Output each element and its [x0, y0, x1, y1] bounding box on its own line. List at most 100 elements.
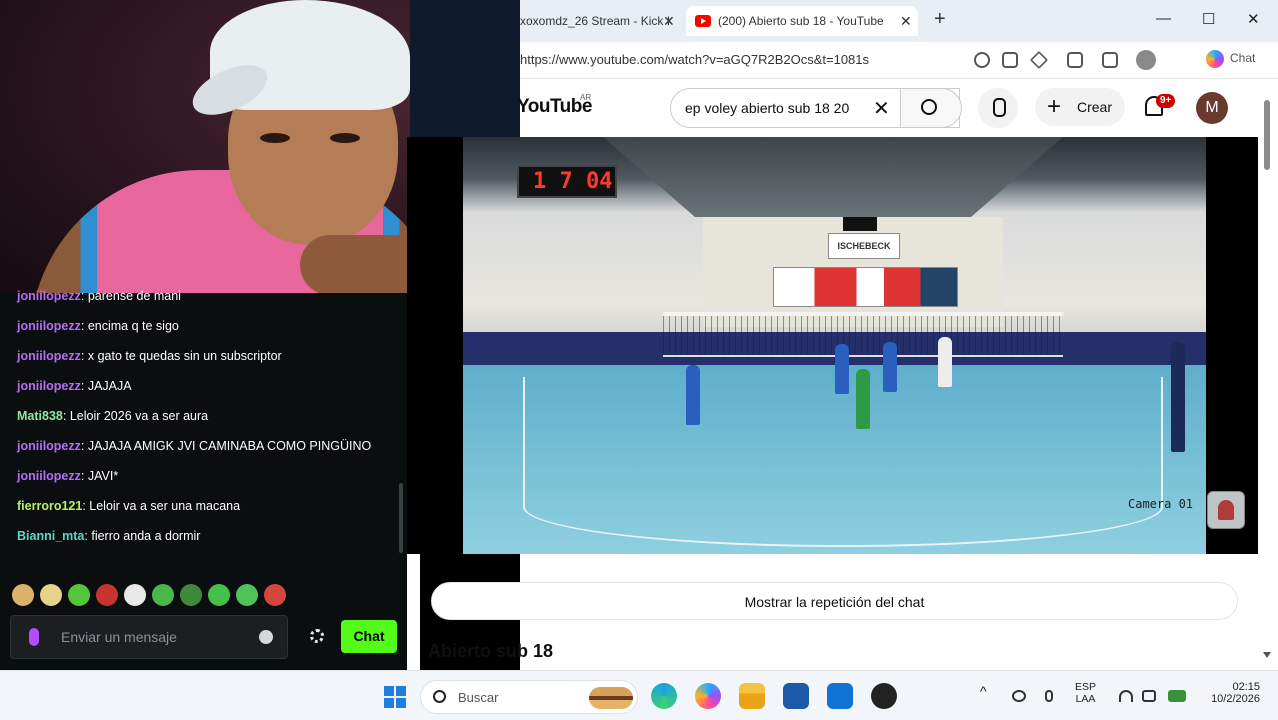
language-indicator[interactable]: ESP LAA	[1075, 681, 1096, 705]
emoji-icon[interactable]	[259, 630, 273, 644]
close-icon[interactable]: ✕	[663, 6, 675, 36]
extensions-icon[interactable]	[1067, 52, 1083, 68]
browser-titlebar: xoxomdz_26 Stream - Kick I ✕ (200) Abier…	[520, 0, 1278, 42]
search-button[interactable]	[900, 88, 962, 128]
maximize-icon[interactable]: ☐	[1202, 10, 1215, 28]
chat-username[interactable]: joniilopezz	[17, 439, 81, 453]
obs-icon[interactable]	[871, 683, 897, 709]
clock-time: 02:15	[1232, 681, 1260, 693]
security-icon[interactable]	[1012, 690, 1026, 702]
tab-youtube[interactable]: (200) Abierto sub 18 - YouTube ✕	[686, 6, 918, 36]
pepe-emote[interactable]	[152, 584, 174, 606]
gear-icon[interactable]	[310, 629, 324, 643]
volume-icon[interactable]	[1142, 690, 1156, 702]
create-button[interactable]: + Crear	[1035, 88, 1125, 126]
region-label: AR	[580, 93, 592, 102]
chat-text: x gato te quedas sin un subscriptor	[87, 349, 282, 363]
youtube-favicon-icon	[695, 15, 711, 27]
copilot-icon	[1206, 50, 1224, 68]
doge-emote[interactable]	[40, 584, 62, 606]
battery-icon[interactable]	[1168, 690, 1186, 702]
profile-icon[interactable]	[1136, 50, 1156, 70]
close-icon[interactable]: ✕	[900, 6, 912, 36]
player	[856, 369, 870, 429]
avatar[interactable]: M	[1196, 92, 1228, 124]
chat-input-placeholder: Enviar un mensaje	[61, 629, 177, 645]
chat-separator: :	[80, 319, 88, 333]
translate-icon[interactable]	[974, 52, 990, 68]
store-icon[interactable]	[783, 683, 809, 709]
angry-emote[interactable]	[96, 584, 118, 606]
minimize-icon[interactable]: —	[1156, 10, 1171, 27]
chat-send-button[interactable]: Chat	[341, 620, 397, 653]
chat-text: Leloir va a ser una macana	[89, 499, 241, 513]
screen: joniilopezz: parense de mani joniilopezz:…	[0, 0, 1278, 720]
chat-message: Bianni_mta: fierro anda a dormir	[17, 526, 387, 546]
chat-separator: :	[80, 289, 88, 303]
address-bar[interactable]: https://www.youtube.com/watch?v=aGQ7R2B2…	[520, 42, 1278, 79]
chat-scrollbar[interactable]	[399, 483, 403, 553]
new-tab-icon[interactable]: +	[934, 8, 946, 31]
chat-username[interactable]: Bianni_mta	[17, 529, 84, 543]
copilot-label: Chat	[1230, 51, 1256, 66]
url-text[interactable]: https://www.youtube.com/watch?v=aGQ7R2B2…	[520, 52, 869, 67]
chat-text: parense de mani	[87, 289, 181, 303]
player	[835, 344, 849, 394]
chat-message: joniilopezz: JAJAJA AMIGK JVI CAMINABA C…	[17, 436, 387, 456]
outlook-icon[interactable]	[827, 683, 853, 709]
page-scrollbar[interactable]	[1260, 80, 1274, 670]
kick-green-emote[interactable]	[68, 584, 90, 606]
mic-icon[interactable]	[1045, 690, 1053, 702]
chat-separator: :	[62, 409, 70, 423]
favorites-icon[interactable]	[1102, 52, 1118, 68]
chat-username[interactable]: Mati838	[17, 409, 63, 423]
chat-username[interactable]: joniilopezz	[17, 289, 81, 303]
chat-separator: :	[80, 349, 88, 363]
ghost-emote[interactable]	[124, 584, 146, 606]
mic-icon[interactable]	[29, 628, 39, 646]
search-icon	[921, 99, 937, 115]
scrollbar-thumb[interactable]	[1264, 100, 1270, 170]
pepe-clown-emote[interactable]	[180, 584, 202, 606]
channel-watermark-icon[interactable]	[1207, 491, 1245, 529]
tab-kick[interactable]: xoxomdz_26 Stream - Kick I ✕	[520, 6, 680, 36]
taskbar-search-placeholder: Buscar	[458, 690, 499, 705]
chat-username[interactable]: joniilopezz	[17, 469, 81, 483]
taskbar-search[interactable]: Buscar	[420, 680, 638, 714]
close-window-icon[interactable]: ✕	[1247, 10, 1260, 28]
notification-badge: 9+	[1156, 94, 1176, 108]
clock-date: 10/2/2026	[1211, 693, 1260, 705]
pepe-sad-emote[interactable]	[236, 584, 258, 606]
show-chat-replay-button[interactable]: Mostrar la repetición del chat	[431, 582, 1238, 620]
tray-chevron-icon[interactable]: ^	[980, 683, 987, 699]
chat-message: joniilopezz: JAJAJA	[17, 376, 387, 396]
sponsor-banner: ISCHEBECK	[828, 233, 900, 259]
chat-input[interactable]: Enviar un mensaje	[10, 615, 288, 659]
voice-search-icon[interactable]	[978, 88, 1018, 128]
clock[interactable]: 02:15 10/2/2026	[1200, 681, 1260, 705]
windows-start-icon[interactable]	[384, 686, 406, 708]
copilot-icon[interactable]	[695, 683, 721, 709]
search-query[interactable]: ep voley abierto sub 18 20	[685, 100, 875, 116]
video-player[interactable]: ISCHEBECK Camera 01 1 7 04	[407, 137, 1258, 554]
edge-icon[interactable]	[651, 683, 677, 709]
court-line	[523, 377, 1163, 547]
chat-text: JAJAJA	[87, 379, 132, 393]
chat-username[interactable]: joniilopezz	[17, 349, 81, 363]
favorite-star-icon[interactable]	[1029, 50, 1049, 70]
chat-username[interactable]: fierroro121	[17, 499, 82, 513]
taskbar: Buscar ^ ESP LAA 02:15 10/2/2026	[0, 670, 1278, 720]
wifi-icon[interactable]	[1119, 690, 1133, 702]
chat-username[interactable]: joniilopezz	[17, 319, 81, 333]
scoreboard: 1 7 04	[517, 165, 617, 198]
player	[686, 365, 700, 425]
reader-icon[interactable]	[1002, 52, 1018, 68]
file-explorer-icon[interactable]	[739, 683, 765, 709]
copilot-button[interactable]: Chat	[1206, 50, 1255, 68]
scroll-down-icon[interactable]	[1263, 652, 1271, 658]
clear-search-icon[interactable]: ✕	[873, 96, 890, 121]
cat-emote[interactable]	[12, 584, 34, 606]
pepe-smile-emote[interactable]	[208, 584, 230, 606]
pepe-cap-emote[interactable]	[264, 584, 286, 606]
chat-username[interactable]: joniilopezz	[17, 379, 81, 393]
